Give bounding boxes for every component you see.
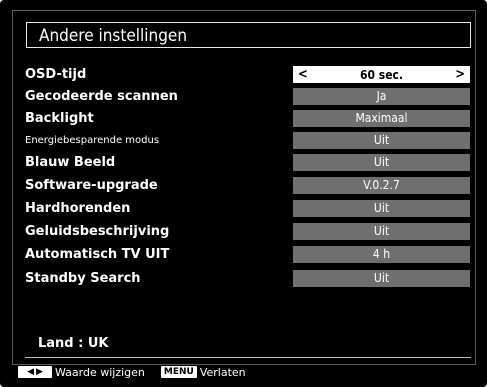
left-right-keys-icon: ◀ ▶ bbox=[18, 366, 52, 378]
menu-item-value[interactable]: Uit bbox=[293, 223, 470, 240]
menu-item-value[interactable]: Uit bbox=[293, 200, 470, 217]
menu-item-label: Blauw Beeld bbox=[25, 155, 116, 170]
osd-tijd-value-selector[interactable]: < 60 sec. > bbox=[293, 66, 470, 83]
menu-item-label: Geluidsbeschrijving bbox=[25, 224, 170, 239]
menu-item-automatisch-tv-uit[interactable]: Automatisch TV UIT 4 h bbox=[25, 244, 475, 266]
menu-item-label: OSD-tijd bbox=[25, 67, 87, 82]
menu-item-value[interactable]: Uit bbox=[293, 270, 470, 287]
country-status: Land : UK bbox=[38, 336, 109, 351]
menu-item-gecodeerde-scannen[interactable]: Gecodeerde scannen Ja bbox=[25, 86, 475, 108]
menu-item-value[interactable]: Uit bbox=[293, 132, 470, 149]
exit-hint: Verlaten bbox=[199, 365, 246, 379]
menu-item-energiebesparende-modus[interactable]: Energiebesparende modus Uit bbox=[25, 130, 475, 152]
menu-key-icon: MENU bbox=[160, 366, 197, 378]
menu-item-hardhorenden[interactable]: Hardhorenden Uit bbox=[25, 198, 475, 220]
arrow-left-icon[interactable]: < bbox=[298, 67, 308, 82]
menu-item-label: Hardhorenden bbox=[25, 201, 131, 216]
menu-item-label: Backlight bbox=[25, 111, 94, 126]
change-value-hint: Waarde wijzigen bbox=[55, 365, 145, 379]
menu-item-value[interactable]: Ja bbox=[293, 88, 470, 105]
menu-item-value[interactable]: Maximaal bbox=[293, 110, 470, 127]
menu-item-label: Energiebesparende modus bbox=[25, 135, 160, 146]
menu-item-value: 60 sec. bbox=[359, 68, 404, 82]
menu-item-value[interactable]: V.0.2.7 bbox=[293, 177, 470, 194]
footer-divider bbox=[25, 357, 471, 358]
menu-item-blauw-beeld[interactable]: Blauw Beeld Uit bbox=[25, 152, 475, 174]
footer-hints: ◀ ▶ Waarde wijzigen MENU Verlaten bbox=[18, 362, 246, 382]
menu-item-value[interactable]: 4 h bbox=[293, 246, 470, 263]
tv-screen: Andere instellingen OSD-tijd < 60 sec. >… bbox=[0, 0, 487, 387]
menu-item-geluidsbeschrijving[interactable]: Geluidsbeschrijving Uit bbox=[25, 221, 475, 243]
menu-item-backlight[interactable]: Backlight Maximaal bbox=[25, 108, 475, 130]
menu-item-label: Gecodeerde scannen bbox=[25, 89, 178, 104]
menu-item-value[interactable]: Uit bbox=[293, 154, 470, 171]
menu-item-standby-search[interactable]: Standby Search Uit bbox=[25, 268, 475, 290]
menu-item-osd-tijd[interactable]: OSD-tijd < 60 sec. > bbox=[25, 64, 475, 86]
menu-item-label: Software-upgrade bbox=[25, 178, 158, 193]
arrow-right-icon[interactable]: > bbox=[455, 67, 465, 82]
menu-title: Andere instellingen bbox=[26, 22, 471, 48]
arrow-right-key-icon: ▶ bbox=[36, 367, 43, 377]
menu-item-label: Automatisch TV UIT bbox=[25, 247, 170, 262]
menu-item-label: Standby Search bbox=[25, 271, 141, 286]
arrow-left-key-icon: ◀ bbox=[27, 367, 34, 377]
menu-item-software-upgrade[interactable]: Software-upgrade V.0.2.7 bbox=[25, 175, 475, 197]
